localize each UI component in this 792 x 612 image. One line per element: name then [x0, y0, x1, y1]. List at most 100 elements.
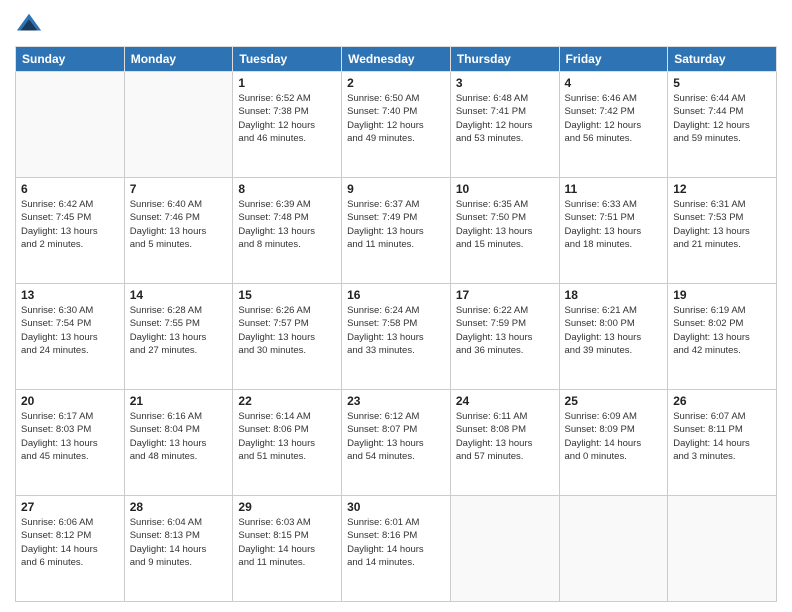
day-info: Sunrise: 6:07 AM Sunset: 8:11 PM Dayligh… — [673, 410, 771, 463]
calendar-week-5: 27 Sunrise: 6:06 AM Sunset: 8:12 PM Dayli… — [16, 496, 777, 602]
day-number: 28 — [130, 500, 228, 514]
day-info: Sunrise: 6:30 AM Sunset: 7:54 PM Dayligh… — [21, 304, 119, 357]
day-info: Sunrise: 6:35 AM Sunset: 7:50 PM Dayligh… — [456, 198, 554, 251]
day-info: Sunrise: 6:46 AM Sunset: 7:42 PM Dayligh… — [565, 92, 663, 145]
calendar-cell: 25 Sunrise: 6:09 AM Sunset: 8:09 PM Dayli… — [559, 390, 668, 496]
day-number: 22 — [238, 394, 336, 408]
calendar-cell: 8 Sunrise: 6:39 AM Sunset: 7:48 PM Daylig… — [233, 178, 342, 284]
day-info: Sunrise: 6:48 AM Sunset: 7:41 PM Dayligh… — [456, 92, 554, 145]
day-number: 27 — [21, 500, 119, 514]
day-info: Sunrise: 6:39 AM Sunset: 7:48 PM Dayligh… — [238, 198, 336, 251]
day-info: Sunrise: 6:28 AM Sunset: 7:55 PM Dayligh… — [130, 304, 228, 357]
calendar-cell: 24 Sunrise: 6:11 AM Sunset: 8:08 PM Dayli… — [450, 390, 559, 496]
day-info: Sunrise: 6:12 AM Sunset: 8:07 PM Dayligh… — [347, 410, 445, 463]
page: SundayMondayTuesdayWednesdayThursdayFrid… — [0, 0, 792, 612]
calendar-cell: 1 Sunrise: 6:52 AM Sunset: 7:38 PM Daylig… — [233, 72, 342, 178]
calendar-cell: 10 Sunrise: 6:35 AM Sunset: 7:50 PM Dayli… — [450, 178, 559, 284]
day-info: Sunrise: 6:03 AM Sunset: 8:15 PM Dayligh… — [238, 516, 336, 569]
calendar-cell: 30 Sunrise: 6:01 AM Sunset: 8:16 PM Dayli… — [342, 496, 451, 602]
calendar-table: SundayMondayTuesdayWednesdayThursdayFrid… — [15, 46, 777, 602]
day-number: 7 — [130, 182, 228, 196]
day-info: Sunrise: 6:21 AM Sunset: 8:00 PM Dayligh… — [565, 304, 663, 357]
day-info: Sunrise: 6:04 AM Sunset: 8:13 PM Dayligh… — [130, 516, 228, 569]
calendar-cell — [124, 72, 233, 178]
day-number: 4 — [565, 76, 663, 90]
day-number: 16 — [347, 288, 445, 302]
day-number: 8 — [238, 182, 336, 196]
day-number: 12 — [673, 182, 771, 196]
calendar-cell: 17 Sunrise: 6:22 AM Sunset: 7:59 PM Dayli… — [450, 284, 559, 390]
calendar-week-1: 1 Sunrise: 6:52 AM Sunset: 7:38 PM Daylig… — [16, 72, 777, 178]
day-info: Sunrise: 6:19 AM Sunset: 8:02 PM Dayligh… — [673, 304, 771, 357]
day-info: Sunrise: 6:24 AM Sunset: 7:58 PM Dayligh… — [347, 304, 445, 357]
calendar-cell: 22 Sunrise: 6:14 AM Sunset: 8:06 PM Dayli… — [233, 390, 342, 496]
calendar-cell: 15 Sunrise: 6:26 AM Sunset: 7:57 PM Dayli… — [233, 284, 342, 390]
day-number: 2 — [347, 76, 445, 90]
calendar-cell: 11 Sunrise: 6:33 AM Sunset: 7:51 PM Dayli… — [559, 178, 668, 284]
day-number: 24 — [456, 394, 554, 408]
calendar-cell: 9 Sunrise: 6:37 AM Sunset: 7:49 PM Daylig… — [342, 178, 451, 284]
calendar-cell: 5 Sunrise: 6:44 AM Sunset: 7:44 PM Daylig… — [668, 72, 777, 178]
calendar-cell: 3 Sunrise: 6:48 AM Sunset: 7:41 PM Daylig… — [450, 72, 559, 178]
day-number: 1 — [238, 76, 336, 90]
day-number: 3 — [456, 76, 554, 90]
calendar-cell: 28 Sunrise: 6:04 AM Sunset: 8:13 PM Dayli… — [124, 496, 233, 602]
calendar-cell: 4 Sunrise: 6:46 AM Sunset: 7:42 PM Daylig… — [559, 72, 668, 178]
calendar-cell: 18 Sunrise: 6:21 AM Sunset: 8:00 PM Dayli… — [559, 284, 668, 390]
day-info: Sunrise: 6:26 AM Sunset: 7:57 PM Dayligh… — [238, 304, 336, 357]
calendar-cell: 19Sunrise: 6:19 AM Sunset: 8:02 PM Dayli… — [668, 284, 777, 390]
day-number: 25 — [565, 394, 663, 408]
day-number: 21 — [130, 394, 228, 408]
calendar-cell: 13 Sunrise: 6:30 AM Sunset: 7:54 PM Dayli… — [16, 284, 125, 390]
day-number: 23 — [347, 394, 445, 408]
calendar-cell: 12 Sunrise: 6:31 AM Sunset: 7:53 PM Dayli… — [668, 178, 777, 284]
day-info: Sunrise: 6:33 AM Sunset: 7:51 PM Dayligh… — [565, 198, 663, 251]
day-info: Sunrise: 6:52 AM Sunset: 7:38 PM Dayligh… — [238, 92, 336, 145]
day-info: Sunrise: 6:11 AM Sunset: 8:08 PM Dayligh… — [456, 410, 554, 463]
logo — [15, 10, 47, 38]
calendar-cell — [450, 496, 559, 602]
day-number: 20 — [21, 394, 119, 408]
day-number: 6 — [21, 182, 119, 196]
day-number: 13 — [21, 288, 119, 302]
day-number: 5 — [673, 76, 771, 90]
calendar-cell: 7Sunrise: 6:40 AM Sunset: 7:46 PM Daylig… — [124, 178, 233, 284]
weekday-header-friday: Friday — [559, 47, 668, 72]
calendar-cell: 20Sunrise: 6:17 AM Sunset: 8:03 PM Dayli… — [16, 390, 125, 496]
day-number: 10 — [456, 182, 554, 196]
weekday-header-monday: Monday — [124, 47, 233, 72]
day-info: Sunrise: 6:44 AM Sunset: 7:44 PM Dayligh… — [673, 92, 771, 145]
day-info: Sunrise: 6:50 AM Sunset: 7:40 PM Dayligh… — [347, 92, 445, 145]
logo-icon — [15, 10, 43, 38]
day-number: 26 — [673, 394, 771, 408]
calendar-cell: 29 Sunrise: 6:03 AM Sunset: 8:15 PM Dayli… — [233, 496, 342, 602]
weekday-header-sunday: Sunday — [16, 47, 125, 72]
calendar-week-3: 13 Sunrise: 6:30 AM Sunset: 7:54 PM Dayli… — [16, 284, 777, 390]
weekday-header-wednesday: Wednesday — [342, 47, 451, 72]
day-number: 14 — [130, 288, 228, 302]
day-info: Sunrise: 6:09 AM Sunset: 8:09 PM Dayligh… — [565, 410, 663, 463]
day-number: 30 — [347, 500, 445, 514]
day-info: Sunrise: 6:06 AM Sunset: 8:12 PM Dayligh… — [21, 516, 119, 569]
day-number: 17 — [456, 288, 554, 302]
day-number: 18 — [565, 288, 663, 302]
calendar-cell: 6 Sunrise: 6:42 AM Sunset: 7:45 PM Daylig… — [16, 178, 125, 284]
day-number: 15 — [238, 288, 336, 302]
day-info: Sunrise: 6:01 AM Sunset: 8:16 PM Dayligh… — [347, 516, 445, 569]
day-info: Sunrise: 6:42 AM Sunset: 7:45 PM Dayligh… — [21, 198, 119, 251]
day-info: Sunrise: 6:14 AM Sunset: 8:06 PM Dayligh… — [238, 410, 336, 463]
calendar-cell: 26 Sunrise: 6:07 AM Sunset: 8:11 PM Dayli… — [668, 390, 777, 496]
calendar-cell: 16 Sunrise: 6:24 AM Sunset: 7:58 PM Dayli… — [342, 284, 451, 390]
day-info: Sunrise: 6:16 AM Sunset: 8:04 PM Dayligh… — [130, 410, 228, 463]
day-info: Sunrise: 6:31 AM Sunset: 7:53 PM Dayligh… — [673, 198, 771, 251]
day-number: 11 — [565, 182, 663, 196]
day-number: 29 — [238, 500, 336, 514]
day-info: Sunrise: 6:22 AM Sunset: 7:59 PM Dayligh… — [456, 304, 554, 357]
calendar-cell — [16, 72, 125, 178]
weekday-header-saturday: Saturday — [668, 47, 777, 72]
header — [15, 10, 777, 38]
calendar-cell: 27 Sunrise: 6:06 AM Sunset: 8:12 PM Dayli… — [16, 496, 125, 602]
day-number: 9 — [347, 182, 445, 196]
calendar-cell — [668, 496, 777, 602]
day-info: Sunrise: 6:37 AM Sunset: 7:49 PM Dayligh… — [347, 198, 445, 251]
